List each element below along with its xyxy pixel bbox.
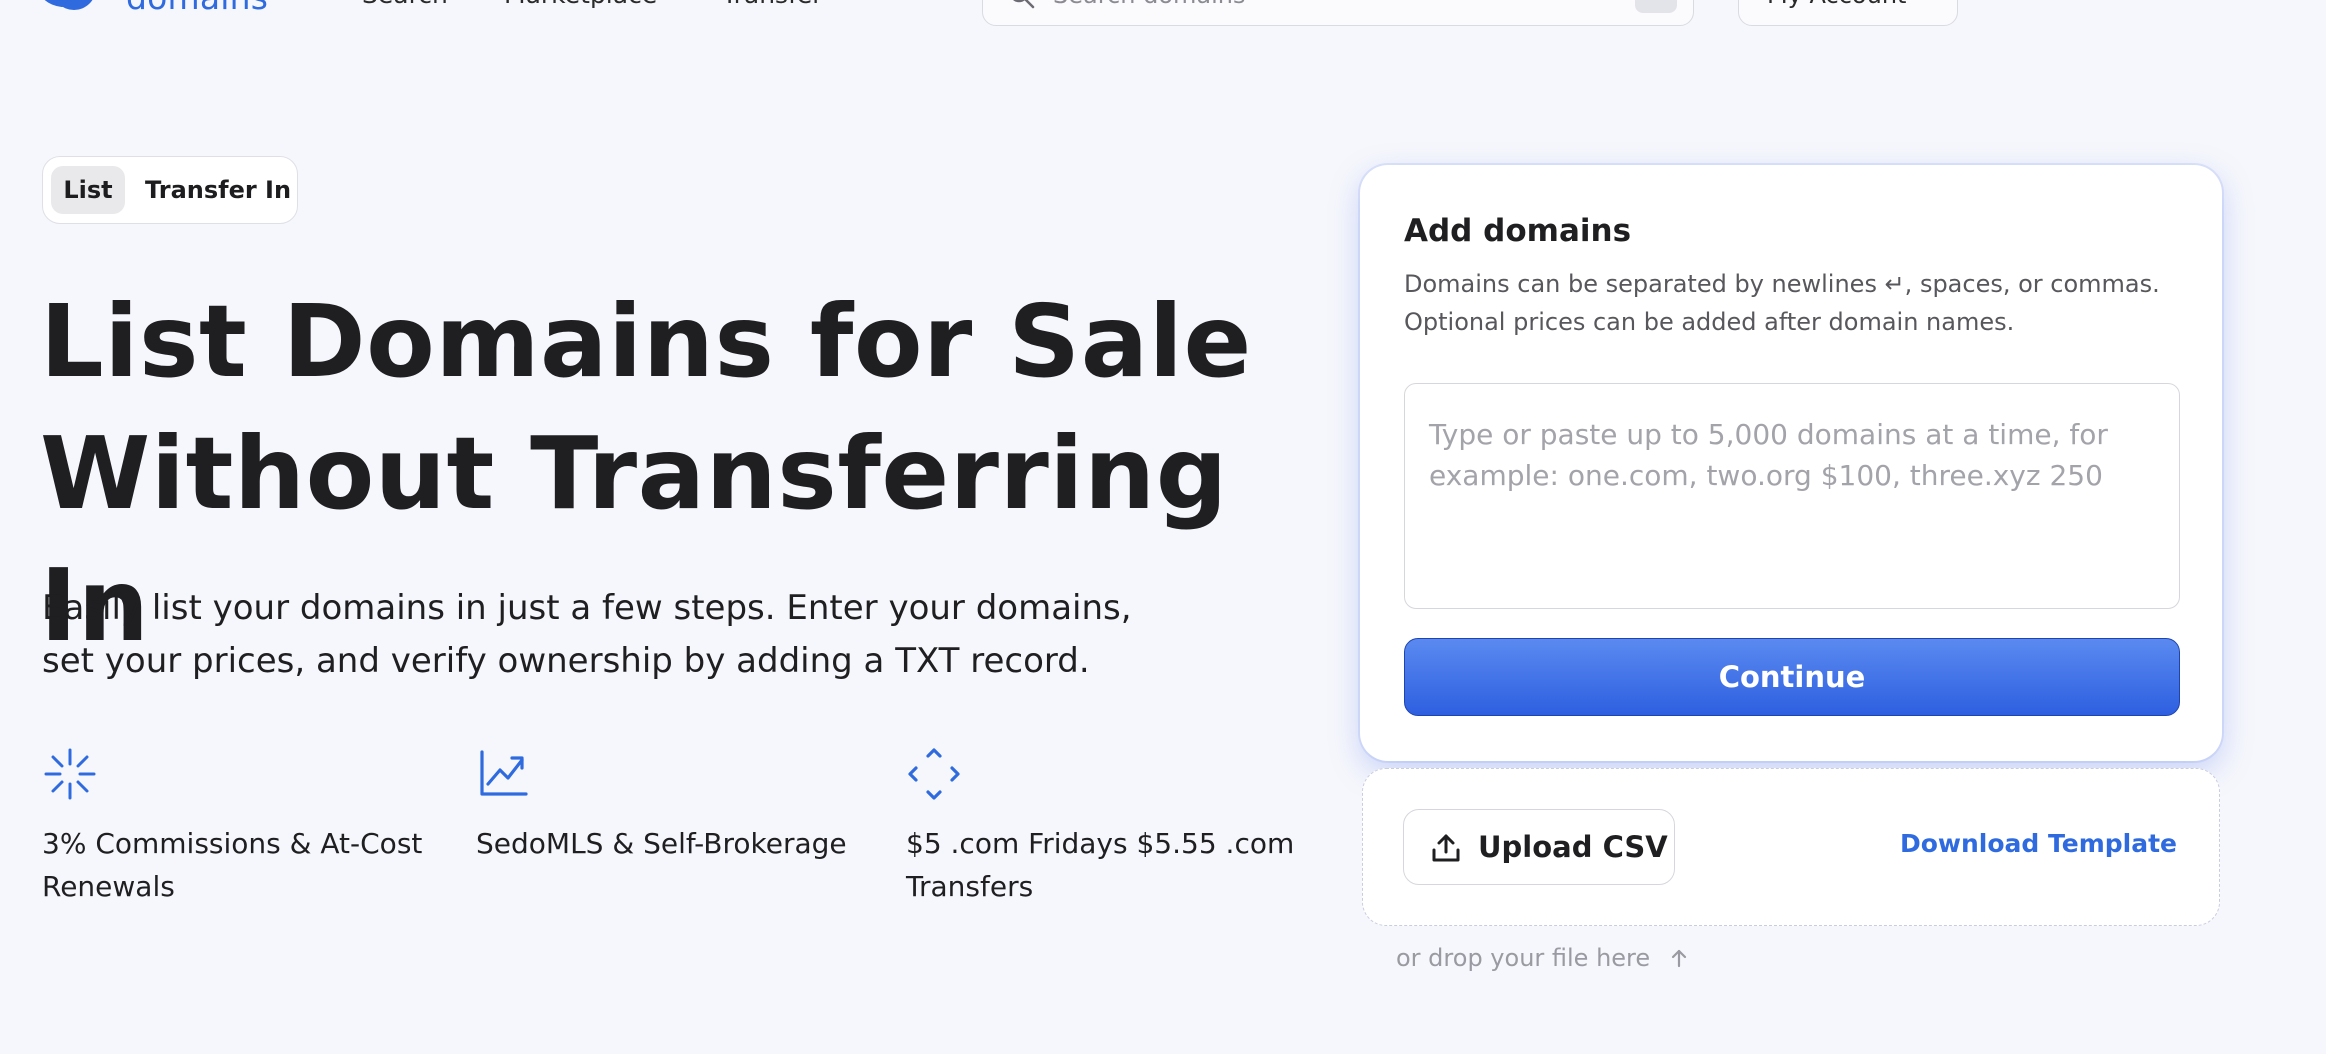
account-menu-button[interactable]: My Account [1738, 0, 1958, 26]
domains-textarea[interactable] [1404, 383, 2180, 609]
top-header: domains Search Marketplace Transfer Sear… [0, 0, 2326, 28]
search-placeholder: Search domains [1053, 0, 1245, 9]
nav-marketplace[interactable]: Marketplace [504, 0, 657, 9]
mode-segmented-control: List Transfer In [42, 156, 298, 224]
feature-commissions-line-2: Renewals [42, 870, 175, 903]
drop-file-hint: or drop your file here [1396, 944, 1690, 972]
page-subtitle: Easily list your domains in just a few s… [42, 582, 1242, 688]
tag-icon[interactable] [2082, 0, 2122, 12]
brand-logo-icon[interactable] [34, 0, 96, 22]
drop-file-hint-text: or drop your file here [1396, 944, 1651, 972]
header-search-input[interactable]: Search domains [982, 0, 1694, 26]
sparkle-icon [44, 748, 96, 800]
search-icon [1012, 0, 1035, 9]
page-subtitle-line-1: Easily list your domains in just a few s… [42, 588, 1132, 628]
feature-sedomls-line-1: SedoMLS & Self-Brokerage [476, 827, 847, 860]
nav-transfer[interactable]: Transfer [722, 0, 823, 9]
trend-chart-icon [480, 750, 528, 796]
feature-com-fridays-line-1: $5 .com Fridays $5.55 .com [906, 827, 1295, 860]
feature-com-fridays-line-2: Transfers [906, 870, 1034, 903]
brand-name[interactable]: domains [126, 0, 268, 17]
feature-commissions: 3% Commissions & At-Cost Renewals [42, 746, 462, 908]
user-icon[interactable] [1996, 0, 2036, 12]
feature-sedomls: SedoMLS & Self-Brokerage [476, 746, 896, 865]
upload-csv-label: Upload CSV [1478, 830, 1668, 864]
feature-com-fridays: $5 .com Fridays $5.55 .com Transfers [906, 746, 1326, 908]
page-title-line-1: List Domains for Sale [40, 283, 1252, 400]
tab-transfer-in[interactable]: Transfer In [145, 166, 293, 214]
account-label: My Account [1767, 0, 1906, 9]
feature-sedomls-text: SedoMLS & Self-Brokerage [476, 822, 896, 865]
feature-commissions-text: 3% Commissions & At-Cost Renewals [42, 822, 462, 908]
continue-button[interactable]: Continue [1404, 638, 2180, 716]
csv-upload-dropzone[interactable]: Upload CSV Download Template [1362, 768, 2220, 926]
add-domains-description: Domains can be separated by newlines ↵, … [1404, 265, 2194, 341]
arrow-up-icon [1671, 949, 1686, 968]
add-domains-description-line-2: Optional prices can be added after domai… [1404, 308, 2015, 336]
upload-csv-button[interactable]: Upload CSV [1403, 809, 1675, 885]
cart-icon[interactable] [2166, 0, 2206, 12]
add-domains-title: Add domains [1404, 213, 1632, 249]
download-template-link[interactable]: Download Template [1900, 829, 2177, 858]
diamond-arrows-icon [908, 748, 960, 800]
add-domains-description-line-1: Domains can be separated by newlines ↵, … [1404, 270, 2160, 298]
upload-icon [1432, 834, 1460, 862]
page-subtitle-line-2: set your prices, and verify ownership by… [42, 641, 1090, 681]
feature-com-fridays-text: $5 .com Fridays $5.55 .com Transfers [906, 822, 1326, 908]
add-domains-card: Add domains Domains can be separated by … [1360, 165, 2222, 761]
tab-list[interactable]: List [51, 166, 125, 214]
keyboard-shortcut-badge [1635, 0, 1677, 13]
nav-search[interactable]: Search [362, 0, 448, 9]
feature-commissions-line-1: 3% Commissions & At-Cost [42, 827, 423, 860]
